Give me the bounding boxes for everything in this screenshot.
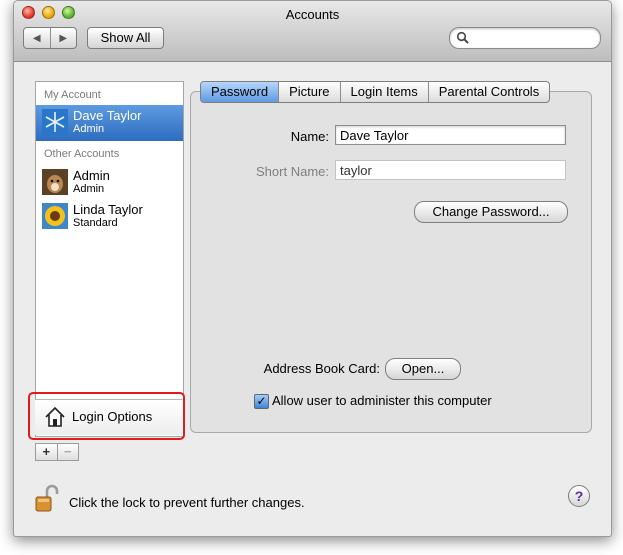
dog-avatar-icon xyxy=(42,169,68,195)
back-arrow-icon: ◀ xyxy=(32,32,41,44)
add-account-button[interactable]: + xyxy=(35,443,58,461)
tab-password[interactable]: Password xyxy=(201,82,279,102)
name-label: Name: xyxy=(290,129,329,144)
account-row-dave-taylor[interactable]: Dave Taylor Admin xyxy=(36,105,183,141)
address-book-label: Address Book Card: xyxy=(263,361,380,376)
add-remove-controls: + − xyxy=(35,443,79,461)
forward-button[interactable]: ▶ xyxy=(49,28,77,48)
other-accounts-header: Other Accounts xyxy=(44,148,120,160)
checkmark-icon: ✓ xyxy=(256,394,267,408)
remove-account-button[interactable]: − xyxy=(57,443,79,461)
back-forward-control: ◀ ▶ xyxy=(23,27,77,49)
title-bar: Accounts ◀ ▶ Show All xyxy=(14,1,611,62)
tab-bar: Password Picture Login Items Parental Co… xyxy=(200,81,551,103)
my-account-header: My Account xyxy=(44,89,101,101)
accounts-list[interactable]: My Account Dave Taylor Admin Other Accou… xyxy=(35,81,184,437)
login-options-highlight xyxy=(28,392,185,440)
account-row-linda-taylor[interactable]: Linda Taylor Standard xyxy=(36,199,183,235)
account-name: Linda Taylor xyxy=(73,202,143,217)
short-name-label: Short Name: xyxy=(256,164,329,179)
tab-login-items[interactable]: Login Items xyxy=(339,82,428,102)
tab-picture[interactable]: Picture xyxy=(278,82,339,102)
forward-arrow-icon: ▶ xyxy=(59,32,68,44)
accounts-window: Accounts ◀ ▶ Show All My Account Dave Ta… xyxy=(13,0,612,537)
account-row-admin[interactable]: Admin Admin xyxy=(36,165,183,201)
lock-open-icon[interactable] xyxy=(35,484,59,512)
open-address-book-button[interactable]: Open... xyxy=(385,358,461,380)
allow-admin-checkbox[interactable]: ✓ xyxy=(254,394,269,409)
tab-parental-controls[interactable]: Parental Controls xyxy=(427,82,549,102)
account-role: Admin xyxy=(73,123,105,135)
sunflower-avatar-icon xyxy=(42,203,68,229)
change-password-button[interactable]: Change Password... xyxy=(414,201,568,223)
name-field[interactable] xyxy=(335,125,566,145)
snowflake-avatar-icon xyxy=(42,109,68,135)
short-name-field[interactable] xyxy=(335,160,566,180)
allow-admin-label[interactable]: Allow user to administer this computer xyxy=(272,393,492,408)
account-role: Admin xyxy=(73,183,105,195)
back-button[interactable]: ◀ xyxy=(24,28,50,48)
search-icon xyxy=(456,31,469,44)
window-title: Accounts xyxy=(285,7,340,22)
search-field[interactable] xyxy=(449,27,601,49)
help-button[interactable]: ? xyxy=(568,485,590,507)
show-all-button[interactable]: Show All xyxy=(87,27,164,49)
lock-status-text: Click the lock to prevent further change… xyxy=(69,495,305,510)
account-name: Dave Taylor xyxy=(73,108,142,123)
account-role: Standard xyxy=(73,217,118,229)
account-name: Admin xyxy=(73,168,110,183)
